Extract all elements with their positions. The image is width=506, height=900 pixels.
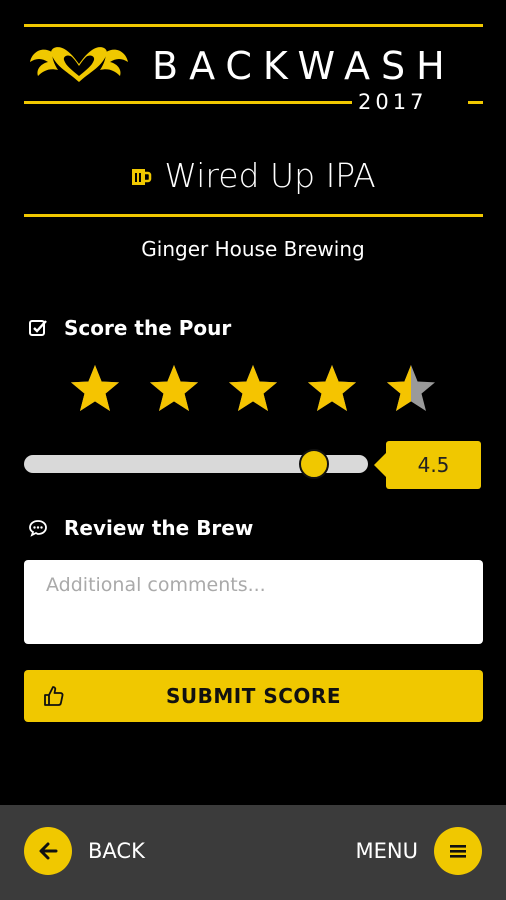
menu-label[interactable]: MENU <box>356 839 418 863</box>
submit-score-label: SUBMIT SCORE <box>166 684 341 708</box>
menu-circle[interactable] <box>434 827 482 875</box>
thumbs-up-icon <box>44 686 64 706</box>
review-heading-text: Review the Brew <box>64 516 254 540</box>
back-label[interactable]: BACK <box>88 839 145 863</box>
app-logo: BACKWASH 2017 <box>24 24 483 114</box>
menu-button[interactable]: MENU <box>356 827 482 875</box>
comments-input[interactable] <box>24 560 483 644</box>
title-divider <box>24 214 483 217</box>
logo-rule-top <box>24 24 483 27</box>
star-fill-2 <box>150 365 198 411</box>
logo-rule-bottom-end <box>468 101 483 104</box>
score-value-badge: 4.5 <box>374 441 481 489</box>
hamburger-menu-icon <box>450 845 466 858</box>
brand-wordmark: BACKWASH <box>152 44 456 88</box>
score-heading-text: Score the Pour <box>64 316 232 340</box>
checkbox-icon <box>29 320 47 336</box>
star-5[interactable] <box>384 362 438 416</box>
star-fill-3 <box>229 365 277 411</box>
star-1[interactable] <box>68 362 122 416</box>
beer-title: Wired Up IPA <box>0 156 506 195</box>
star-2[interactable] <box>147 362 201 416</box>
bottom-nav-bar: BACK MENU <box>0 805 506 900</box>
slider-handle[interactable] <box>298 449 329 479</box>
back-circle[interactable] <box>24 827 72 875</box>
speech-bubble-icon <box>29 520 47 537</box>
beer-name: Wired Up IPA <box>164 156 376 195</box>
star-4[interactable] <box>305 362 359 416</box>
submit-score-button[interactable]: SUBMIT SCORE <box>24 670 483 722</box>
brand-year: 2017 <box>358 90 428 114</box>
star-3[interactable] <box>226 362 280 416</box>
review-section-heading: Review the Brew <box>28 516 253 540</box>
score-section-heading: Score the Pour <box>28 316 231 340</box>
logo-rule-bottom <box>24 101 352 104</box>
star-rating[interactable] <box>68 362 448 418</box>
brewery-name: Ginger House Brewing <box>141 237 365 261</box>
back-button[interactable]: BACK <box>24 827 145 875</box>
star-fill-1 <box>71 365 119 411</box>
beer-mug-icon <box>132 168 152 185</box>
arrow-left-icon <box>39 842 58 860</box>
star-fill-4 <box>308 365 356 411</box>
winged-heart-logo-icon <box>30 47 128 82</box>
score-slider[interactable] <box>24 449 368 479</box>
